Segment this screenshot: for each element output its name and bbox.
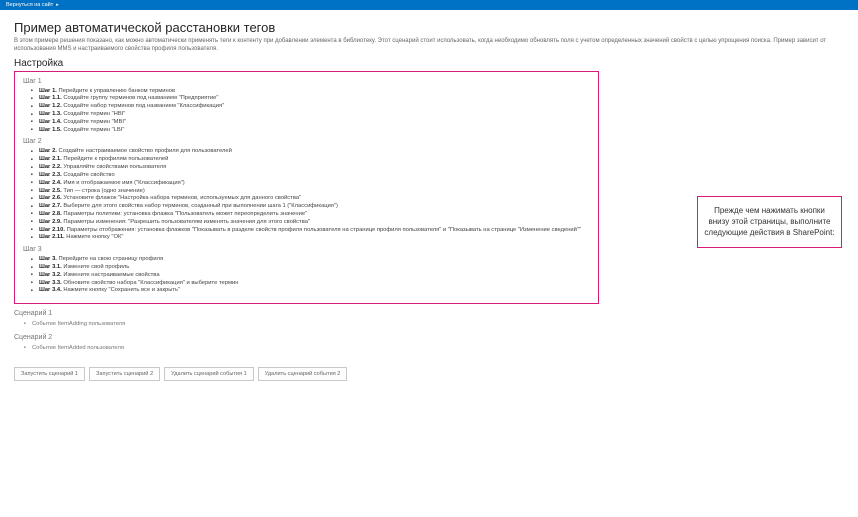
list-item: Шаг 2.9. Параметры изменения: "Разрешить… (39, 219, 590, 227)
list-item: Шаг 3. Перейдите на свою страницу профил… (39, 256, 590, 264)
list-item: Шаг 2.4. Имя и отображаемое имя ("Класси… (39, 180, 590, 188)
instruction-callout: Прежде чем нажимать кнопки внизу этой ст… (697, 196, 842, 248)
list-item: Шаг 2.1. Перейдите к профилям пользовате… (39, 156, 590, 164)
list-item: Шаг 3.3. Обновите свойство набора "Класс… (39, 280, 590, 288)
list-item: Шаг 2.10. Параметры отображения: установ… (39, 227, 590, 235)
run-scenario-1-button[interactable]: Запустить сценарий 1 (14, 367, 85, 381)
back-to-site-label: Вернуться на сайт (6, 2, 53, 8)
list-item: Шаг 3.2. Измените настраиваемые свойства (39, 272, 590, 280)
page-body: Пример автоматической расстановки тегов … (0, 10, 858, 389)
list-item: Шаг 3.1. Измените свой профиль (39, 264, 590, 272)
list-item: Шаг 3.4. Нажмите кнопку "Сохранить все и… (39, 287, 590, 295)
list-item: Событие ItemAdded пользователя (32, 344, 844, 352)
list-item: Шаг 2.6. Установите флажок "Настройка на… (39, 195, 590, 203)
step-group-2-list: Шаг 2. Создайте настраиваемое свойство п… (23, 148, 590, 242)
list-item: Шаг 1.2. Создайте набор терминов под наз… (39, 103, 590, 111)
list-item: Шаг 2.8. Параметры политики: установка ф… (39, 211, 590, 219)
page-intro: В этом примере решения показано, как мож… (14, 38, 844, 54)
delete-scenario-event-1-button[interactable]: Удалить сценарий события 1 (164, 367, 254, 381)
list-item: Шаг 2.3. Создайте свойство (39, 172, 590, 180)
delete-scenario-event-2-button[interactable]: Удалить сценарий события 2 (258, 367, 348, 381)
list-item: Шаг 2.7. Выберите для этого свойства наб… (39, 203, 590, 211)
setup-heading: Настройка (14, 58, 844, 69)
scenario-2-list: Событие ItemAdded пользователя (14, 344, 844, 352)
scenario-1-list: Событие ItemAdding пользователя (14, 320, 844, 328)
step-group-1-list: Шаг 1. Перейдите к управлению банком тер… (23, 88, 590, 135)
list-item: Шаг 1.3. Создайте термин "HBI" (39, 111, 590, 119)
scenario-2-title: Сценарий 2 (14, 334, 844, 341)
back-to-site-link[interactable]: Вернуться на сайт (6, 2, 53, 8)
step-group-3-title: Шаг 3 (23, 246, 590, 253)
scenario-1-title: Сценарий 1 (14, 310, 844, 317)
suite-bar: Вернуться на сайт ▸ (0, 0, 858, 10)
list-item: Событие ItemAdding пользователя (32, 320, 844, 328)
page-title: Пример автоматической расстановки тегов (14, 20, 844, 35)
list-item: Шаг 1.5. Создайте термин "LBI" (39, 127, 590, 135)
button-row: Запустить сценарий 1 Запустить сценарий … (14, 367, 844, 381)
list-item: Шаг 2.2. Управляйте свойствами пользоват… (39, 164, 590, 172)
setup-guide-box: Шаг 1 Шаг 1. Перейдите к управлению банк… (14, 71, 599, 305)
chevron-right-icon: ▸ (56, 2, 59, 8)
run-scenario-2-button[interactable]: Запустить сценарий 2 (89, 367, 160, 381)
step-group-2-title: Шаг 2 (23, 138, 590, 145)
list-item: Шаг 1.4. Создайте термин "MBI" (39, 119, 590, 127)
list-item: Шаг 2.11. Нажмите кнопку "ОК" (39, 234, 590, 242)
step-group-3-list: Шаг 3. Перейдите на свою страницу профил… (23, 256, 590, 295)
step-group-1-title: Шаг 1 (23, 78, 590, 85)
